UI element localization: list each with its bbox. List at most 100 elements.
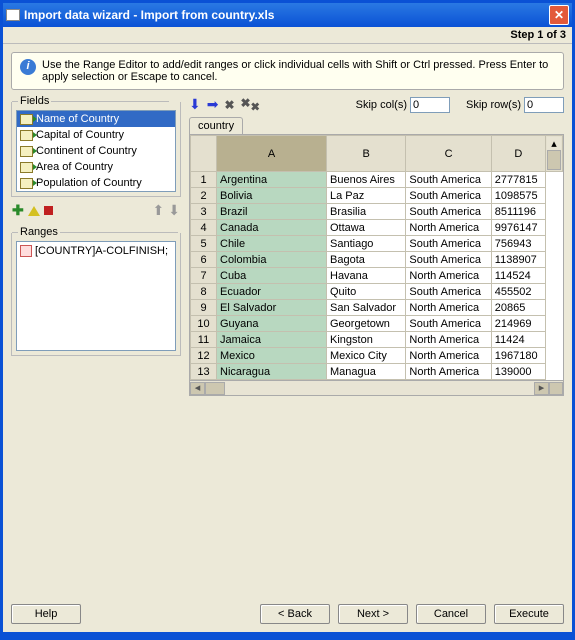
edit-range-icon[interactable] (28, 206, 40, 216)
table-row[interactable]: 6ColombiaBagotaSouth America1138907 (191, 252, 563, 268)
cell[interactable]: 1098575 (491, 188, 545, 204)
cell[interactable]: Canada (217, 220, 327, 236)
cell[interactable]: 8511196 (491, 204, 545, 220)
cell[interactable]: Mexico City (327, 348, 406, 364)
scroll-left-icon[interactable]: ◂ (190, 382, 205, 395)
field-item[interactable]: Name of Country (17, 111, 175, 127)
cell[interactable]: 20865 (491, 300, 545, 316)
field-item[interactable]: Area of Country (17, 159, 175, 175)
cell[interactable]: Quito (327, 284, 406, 300)
cell[interactable]: Brazil (217, 204, 327, 220)
cell[interactable]: Mexico (217, 348, 327, 364)
cell[interactable]: South America (406, 236, 491, 252)
cell[interactable]: 214969 (491, 316, 545, 332)
cell[interactable]: 455502 (491, 284, 545, 300)
cell[interactable]: 1 (191, 172, 217, 188)
cell[interactable]: 5 (191, 236, 217, 252)
delete-range-icon[interactable] (44, 206, 53, 215)
cell[interactable]: Ecuador (217, 284, 327, 300)
cell[interactable]: North America (406, 364, 491, 380)
cell[interactable]: 3 (191, 204, 217, 220)
cell[interactable]: Georgetown (327, 316, 406, 332)
cell[interactable]: 11424 (491, 332, 545, 348)
cell[interactable]: 7 (191, 268, 217, 284)
ranges-list[interactable]: [COUNTRY]A-COLFINISH; (16, 241, 176, 351)
table-row[interactable]: 12MexicoMexico CityNorth America1967180 (191, 348, 563, 364)
cell[interactable]: North America (406, 348, 491, 364)
table-row[interactable]: 11JamaicaKingstonNorth America11424 (191, 332, 563, 348)
table-row[interactable]: 7CubaHavanaNorth America114524 (191, 268, 563, 284)
cell[interactable]: 2777815 (491, 172, 545, 188)
v-scrollbar[interactable]: ▴ (546, 136, 563, 172)
cell[interactable]: El Salvador (217, 300, 327, 316)
move-up-icon[interactable]: ⬆ (153, 202, 165, 219)
cell[interactable]: 4 (191, 220, 217, 236)
field-item[interactable]: Population of Country (17, 175, 175, 191)
close-button[interactable]: ✕ (549, 5, 569, 25)
cell[interactable]: Brasilia (327, 204, 406, 220)
cell[interactable]: Jamaica (217, 332, 327, 348)
col-header[interactable] (191, 136, 217, 172)
cell[interactable]: 756943 (491, 236, 545, 252)
table-row[interactable]: 2BoliviaLa PazSouth America1098575 (191, 188, 563, 204)
cell[interactable]: South America (406, 284, 491, 300)
table-row[interactable]: 10GuyanaGeorgetownSouth America214969 (191, 316, 563, 332)
help-button[interactable]: Help (11, 604, 81, 624)
table-row[interactable]: 5ChileSantiagoSouth America756943 (191, 236, 563, 252)
skip-col-input[interactable] (410, 97, 450, 113)
cell[interactable]: South America (406, 172, 491, 188)
cell[interactable]: North America (406, 220, 491, 236)
cell[interactable]: Argentina (217, 172, 327, 188)
cell[interactable]: 139000 (491, 364, 545, 380)
scroll-right-icon[interactable]: ▸ (534, 382, 549, 395)
cell[interactable]: South America (406, 316, 491, 332)
add-range-icon[interactable]: ✚ (12, 202, 24, 219)
table-row[interactable]: 8EcuadorQuitoSouth America455502 (191, 284, 563, 300)
execute-button[interactable]: Execute (494, 604, 564, 624)
range-item[interactable]: [COUNTRY]A-COLFINISH; (19, 244, 173, 258)
cell[interactable]: Guyana (217, 316, 327, 332)
cell[interactable]: 8 (191, 284, 217, 300)
cell[interactable]: 12 (191, 348, 217, 364)
cell[interactable]: North America (406, 332, 491, 348)
cell[interactable]: 2 (191, 188, 217, 204)
col-header[interactable]: B (327, 136, 406, 172)
cell[interactable]: 1138907 (491, 252, 545, 268)
cell[interactable]: 9 (191, 300, 217, 316)
cell[interactable]: Buenos Aires (327, 172, 406, 188)
col-header[interactable]: D (491, 136, 545, 172)
cell[interactable]: Bolivia (217, 188, 327, 204)
cell[interactable]: La Paz (327, 188, 406, 204)
cell[interactable]: 10 (191, 316, 217, 332)
sheet-tab[interactable]: country (189, 117, 243, 134)
h-scrollbar[interactable]: ◂ ▸ (190, 380, 563, 395)
cell[interactable]: 13 (191, 364, 217, 380)
cancel-button[interactable]: Cancel (416, 604, 486, 624)
arrow-down-icon[interactable]: ⬇ (189, 96, 201, 113)
cell[interactable]: Ottawa (327, 220, 406, 236)
skip-row-input[interactable] (524, 97, 564, 113)
table-row[interactable]: 9El SalvadorSan SalvadorNorth America208… (191, 300, 563, 316)
field-item[interactable]: Continent of Country (17, 143, 175, 159)
cell[interactable]: San Salvador (327, 300, 406, 316)
move-down-icon[interactable]: ⬇ (168, 202, 180, 219)
table-row[interactable]: 4CanadaOttawaNorth America9976147 (191, 220, 563, 236)
next-button[interactable]: Next > (338, 604, 408, 624)
cell[interactable]: Kingston (327, 332, 406, 348)
table-row[interactable]: 13NicaraguaManaguaNorth America139000 (191, 364, 563, 380)
cell[interactable]: Chile (217, 236, 327, 252)
cell[interactable]: North America (406, 268, 491, 284)
cell[interactable]: 1967180 (491, 348, 545, 364)
cell[interactable]: North America (406, 300, 491, 316)
col-header[interactable]: A (217, 136, 327, 172)
cell[interactable]: Colombia (217, 252, 327, 268)
cell[interactable]: Havana (327, 268, 406, 284)
clear-icon[interactable]: ✖ (224, 98, 234, 112)
cell[interactable]: 6 (191, 252, 217, 268)
h-scroll-thumb[interactable] (205, 382, 225, 395)
back-button[interactable]: < Back (260, 604, 330, 624)
table-row[interactable]: 3BrazilBrasiliaSouth America8511196 (191, 204, 563, 220)
clear-all-icon[interactable]: ✖✖ (241, 96, 260, 113)
cell[interactable]: South America (406, 204, 491, 220)
cell[interactable]: 114524 (491, 268, 545, 284)
